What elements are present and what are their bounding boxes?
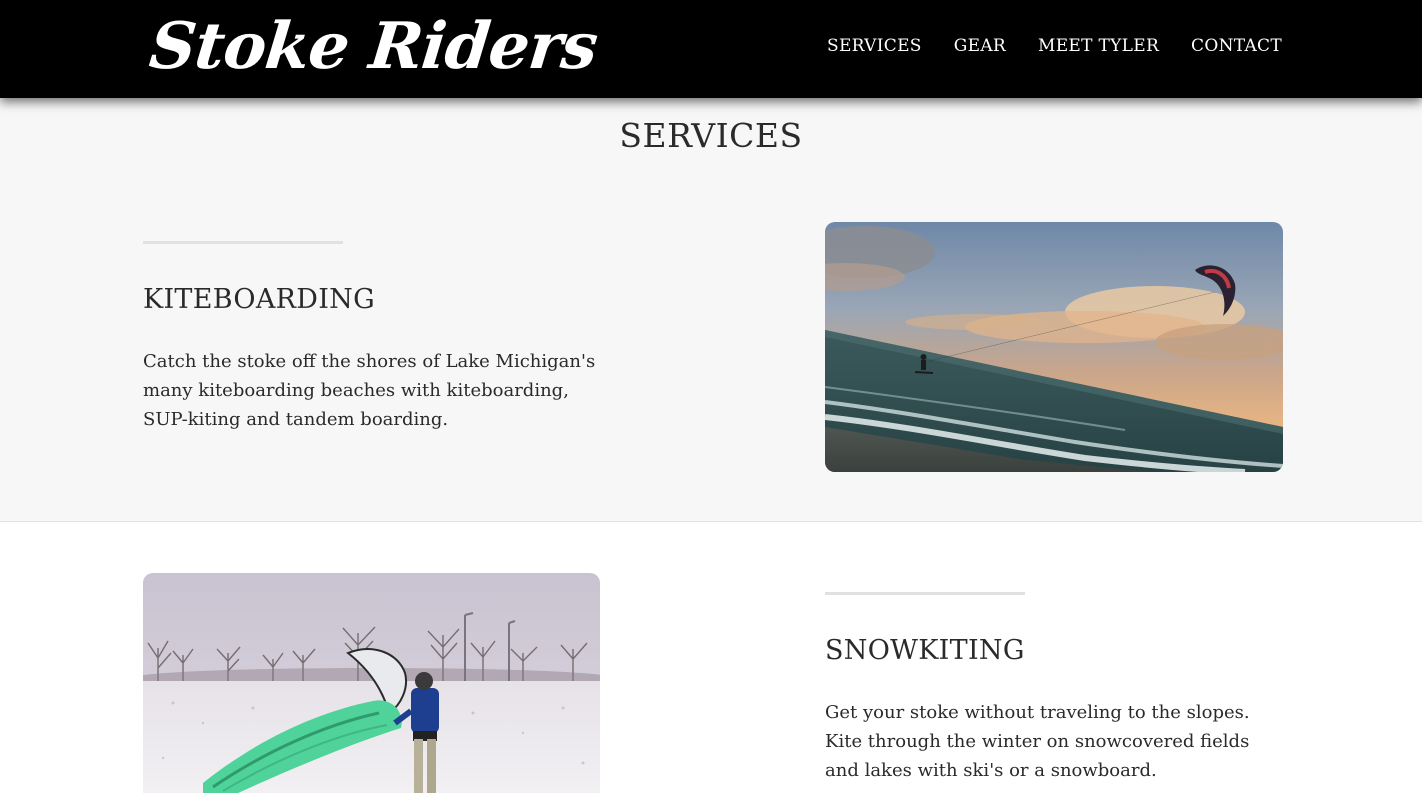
- nav-meet-tyler[interactable]: MEET TYLER: [1038, 36, 1159, 56]
- kiteboarding-photo: [825, 222, 1283, 472]
- site-logo[interactable]: Stoke Riders: [145, 2, 601, 92]
- nav-services[interactable]: SERVICES: [827, 36, 922, 56]
- snowkiting-title: SNOWKITING: [825, 635, 1025, 666]
- kiteboarding-divider: [143, 241, 343, 244]
- kiteboarding-title: KITEBOARDING: [143, 284, 375, 315]
- snowkiting-divider: [825, 592, 1025, 595]
- main-nav: SERVICES GEAR MEET TYLER CONTACT: [827, 36, 1282, 56]
- snowkiting-photo: [143, 573, 600, 793]
- snowkiting-description: Get your stoke without traveling to the …: [825, 702, 1250, 781]
- site-header: Stoke Riders SERVICES GEAR MEET TYLER CO…: [0, 0, 1422, 98]
- kiteboarding-description: Catch the stoke off the shores of Lake M…: [143, 351, 596, 430]
- nav-contact[interactable]: CONTACT: [1191, 36, 1282, 56]
- page-title: SERVICES: [619, 116, 803, 155]
- nav-gear[interactable]: GEAR: [954, 36, 1006, 56]
